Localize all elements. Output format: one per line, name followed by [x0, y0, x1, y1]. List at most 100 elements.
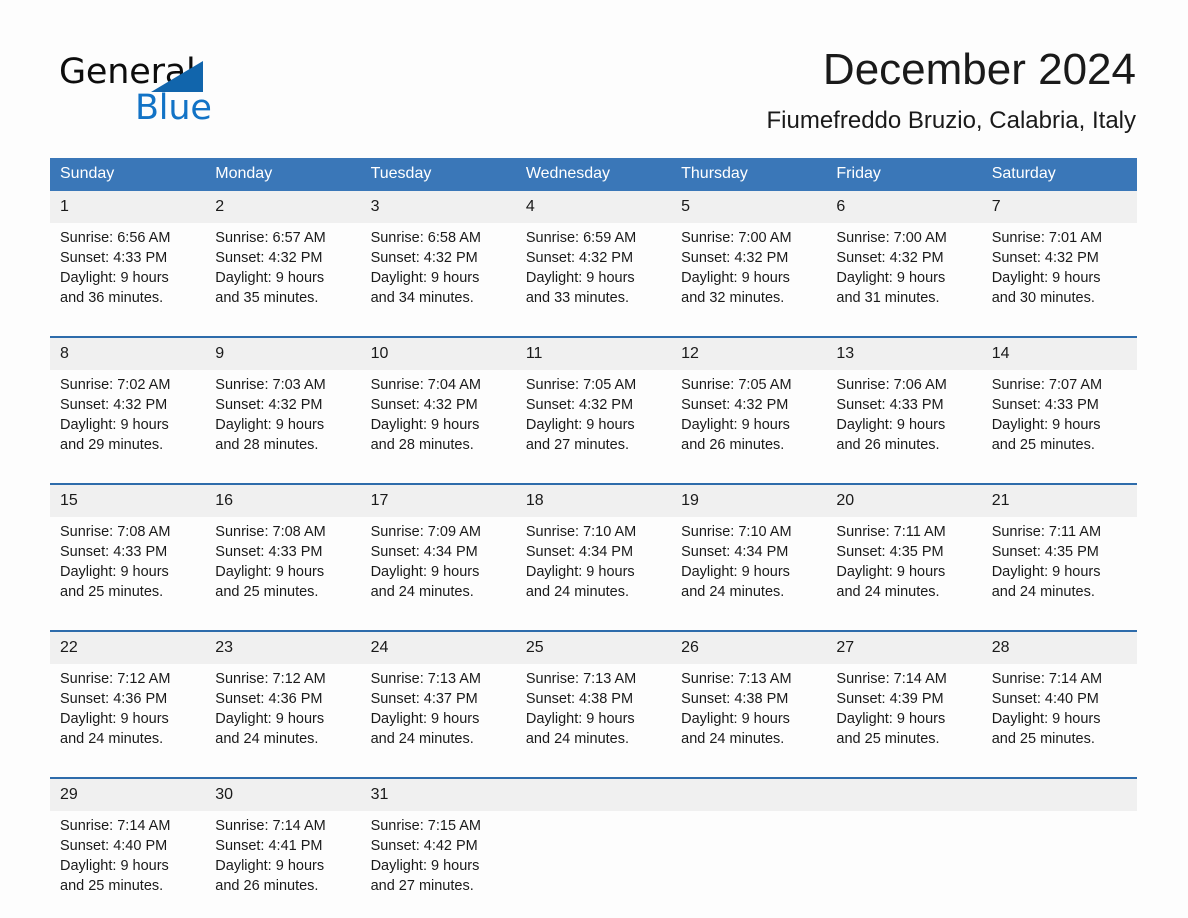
daylight-text: Daylight: 9 hours: [991, 711, 1101, 727]
day-cell[interactable]: Sunrise: 7:08 AM Sunset: 4:33 PM Dayligh…: [50, 517, 206, 608]
day-number[interactable]: 18: [515, 485, 672, 517]
day-number[interactable]: 12: [671, 338, 827, 370]
day-cell[interactable]: Sunrise: 7:11 AM Sunset: 4:35 PM Dayligh…: [826, 517, 982, 608]
day-number[interactable]: 20: [826, 485, 982, 517]
daylight-text: Daylight: 9 hours: [370, 858, 480, 874]
calendar-table: Sunday Monday Tuesday Wednesday Thursday…: [50, 158, 1137, 902]
day-cell[interactable]: Sunrise: 7:15 AM Sunset: 4:42 PM Dayligh…: [360, 811, 516, 902]
sunset-text: Sunset: 4:32 PM: [525, 397, 634, 413]
daylight-text: Daylight: 9 hours: [836, 711, 946, 727]
day-number[interactable]: 26: [671, 632, 827, 664]
weekday-header-friday: Friday: [826, 158, 982, 191]
day-cell[interactable]: Sunrise: 7:07 AM Sunset: 4:33 PM Dayligh…: [981, 370, 1137, 461]
general-blue-logo: General Blue: [59, 52, 319, 130]
day-cell[interactable]: Sunrise: 7:00 AM Sunset: 4:32 PM Dayligh…: [671, 223, 827, 314]
sunrise-text: Sunrise: 7:08 AM: [215, 524, 326, 540]
sunset-text: Sunset: 4:34 PM: [525, 544, 634, 560]
daylight-text: Daylight: 9 hours: [215, 417, 325, 433]
day-cell[interactable]: Sunrise: 6:56 AM Sunset: 4:33 PM Dayligh…: [50, 223, 206, 314]
day-number[interactable]: 2: [205, 191, 361, 223]
day-cell[interactable]: Sunrise: 7:13 AM Sunset: 4:37 PM Dayligh…: [360, 664, 516, 755]
sunset-text: Sunset: 4:32 PM: [370, 397, 478, 413]
sunset-text: Sunset: 4:39 PM: [836, 691, 944, 707]
day-cell[interactable]: Sunrise: 7:01 AM Sunset: 4:32 PM Dayligh…: [981, 223, 1137, 314]
day-cell[interactable]: Sunrise: 7:08 AM Sunset: 4:33 PM Dayligh…: [205, 517, 361, 608]
daylight-text: Daylight: 9 hours: [525, 711, 635, 727]
day-cell[interactable]: Sunrise: 7:13 AM Sunset: 4:38 PM Dayligh…: [671, 664, 827, 755]
week-gap: [50, 608, 1137, 630]
day-number[interactable]: 5: [671, 191, 827, 223]
day-cell[interactable]: Sunrise: 7:11 AM Sunset: 4:35 PM Dayligh…: [981, 517, 1137, 608]
daylight-text: Daylight: 9 hours: [370, 417, 480, 433]
sunrise-text: Sunrise: 7:08 AM: [60, 524, 171, 540]
daylight-text-cont: and 24 minutes.: [681, 584, 785, 600]
sunrise-text: Sunrise: 7:10 AM: [681, 524, 792, 540]
day-cell[interactable]: Sunrise: 6:59 AM Sunset: 4:32 PM Dayligh…: [515, 223, 672, 314]
day-number[interactable]: 16: [205, 485, 361, 517]
day-number[interactable]: 9: [205, 338, 361, 370]
day-cell-empty: [671, 811, 827, 902]
day-cell[interactable]: Sunrise: 7:02 AM Sunset: 4:32 PM Dayligh…: [50, 370, 206, 461]
daylight-text: Daylight: 9 hours: [681, 417, 790, 433]
day-cell[interactable]: Sunrise: 7:14 AM Sunset: 4:40 PM Dayligh…: [50, 811, 206, 902]
day-number[interactable]: 10: [360, 338, 516, 370]
day-cell[interactable]: Sunrise: 7:14 AM Sunset: 4:41 PM Dayligh…: [205, 811, 361, 902]
day-cell[interactable]: Sunrise: 7:10 AM Sunset: 4:34 PM Dayligh…: [515, 517, 672, 608]
day-number[interactable]: 7: [981, 191, 1137, 223]
sunset-text: Sunset: 4:33 PM: [215, 544, 323, 560]
day-number[interactable]: 15: [50, 485, 206, 517]
sunrise-text: Sunrise: 7:09 AM: [370, 524, 481, 540]
sunrise-text: Sunrise: 7:01 AM: [991, 230, 1103, 246]
day-cell[interactable]: Sunrise: 7:03 AM Sunset: 4:32 PM Dayligh…: [205, 370, 361, 461]
day-cell[interactable]: Sunrise: 7:05 AM Sunset: 4:32 PM Dayligh…: [671, 370, 827, 461]
day-cell[interactable]: Sunrise: 7:10 AM Sunset: 4:34 PM Dayligh…: [671, 517, 827, 608]
day-number[interactable]: 22: [50, 632, 206, 664]
day-cell[interactable]: Sunrise: 7:14 AM Sunset: 4:40 PM Dayligh…: [981, 664, 1137, 755]
sunset-text: Sunset: 4:36 PM: [60, 691, 168, 707]
weekday-header-tuesday: Tuesday: [360, 158, 516, 191]
day-number[interactable]: 29: [50, 779, 206, 811]
day-cell-empty: [981, 811, 1137, 902]
daylight-text: Daylight: 9 hours: [215, 270, 325, 286]
daylight-text-cont: and 32 minutes.: [681, 290, 785, 306]
day-cell[interactable]: Sunrise: 7:13 AM Sunset: 4:38 PM Dayligh…: [515, 664, 672, 755]
day-number[interactable]: 8: [50, 338, 206, 370]
sunrise-text: Sunrise: 7:05 AM: [525, 377, 637, 393]
day-number[interactable]: 24: [360, 632, 516, 664]
day-cell[interactable]: Sunrise: 7:09 AM Sunset: 4:34 PM Dayligh…: [360, 517, 516, 608]
day-number[interactable]: 1: [50, 191, 206, 223]
day-cell[interactable]: Sunrise: 7:14 AM Sunset: 4:39 PM Dayligh…: [826, 664, 982, 755]
day-number[interactable]: 27: [826, 632, 982, 664]
sunrise-text: Sunrise: 7:11 AM: [836, 524, 946, 540]
day-number[interactable]: 28: [981, 632, 1137, 664]
day-number[interactable]: 6: [826, 191, 982, 223]
sunset-text: Sunset: 4:32 PM: [525, 250, 634, 266]
day-number[interactable]: 4: [515, 191, 672, 223]
day-number-empty: [515, 779, 672, 811]
day-number[interactable]: 17: [360, 485, 516, 517]
day-cell[interactable]: Sunrise: 7:12 AM Sunset: 4:36 PM Dayligh…: [205, 664, 361, 755]
day-cell[interactable]: Sunrise: 7:06 AM Sunset: 4:33 PM Dayligh…: [826, 370, 982, 461]
sunrise-text: Sunrise: 7:00 AM: [681, 230, 792, 246]
day-cell[interactable]: Sunrise: 7:00 AM Sunset: 4:32 PM Dayligh…: [826, 223, 982, 314]
daylight-text-cont: and 24 minutes.: [215, 731, 319, 747]
day-number[interactable]: 30: [205, 779, 361, 811]
day-number[interactable]: 23: [205, 632, 361, 664]
calendar-body: 1 2 3 4 5 6 7 Sunrise: 6:56 AM Sunset: 4…: [50, 191, 1137, 902]
day-number[interactable]: 21: [981, 485, 1137, 517]
day-number[interactable]: 19: [671, 485, 827, 517]
day-cell[interactable]: Sunrise: 7:12 AM Sunset: 4:36 PM Dayligh…: [50, 664, 206, 755]
day-number[interactable]: 25: [515, 632, 672, 664]
day-number[interactable]: 3: [360, 191, 516, 223]
day-number[interactable]: 13: [826, 338, 982, 370]
day-number[interactable]: 14: [981, 338, 1137, 370]
day-cell[interactable]: Sunrise: 7:04 AM Sunset: 4:32 PM Dayligh…: [360, 370, 516, 461]
day-cell[interactable]: Sunrise: 7:05 AM Sunset: 4:32 PM Dayligh…: [515, 370, 672, 461]
day-cell[interactable]: Sunrise: 6:58 AM Sunset: 4:32 PM Dayligh…: [360, 223, 516, 314]
day-number[interactable]: 11: [515, 338, 672, 370]
sunset-text: Sunset: 4:38 PM: [525, 691, 634, 707]
day-number[interactable]: 31: [360, 779, 516, 811]
week-gap: [50, 314, 1137, 336]
sunrise-text: Sunrise: 7:07 AM: [991, 377, 1103, 393]
day-cell[interactable]: Sunrise: 6:57 AM Sunset: 4:32 PM Dayligh…: [205, 223, 361, 314]
